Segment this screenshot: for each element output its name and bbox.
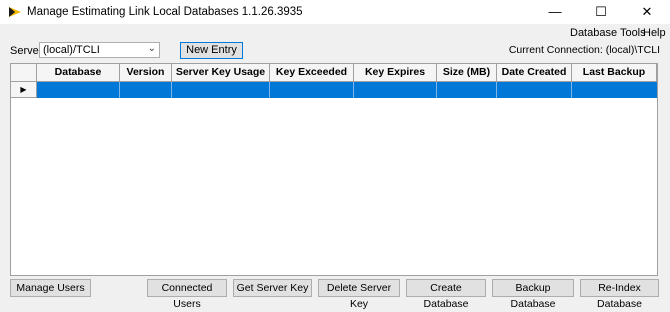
cell-version[interactable]: [120, 82, 172, 98]
column-server-key-usage[interactable]: Server Key Usage: [172, 64, 270, 82]
get-server-key-button[interactable]: Get Server Key: [233, 279, 312, 297]
column-version[interactable]: Version: [120, 64, 172, 82]
menu-bar: Database Tools Help: [0, 24, 670, 42]
column-last-backup[interactable]: Last Backup: [572, 64, 657, 82]
current-row-indicator-icon: ▶: [11, 82, 37, 98]
grid-header: Database Version Server Key Usage Key Ex…: [11, 64, 657, 82]
backup-database-button[interactable]: Backup Database: [492, 279, 574, 310]
server-select-value: (local)/TCLI: [43, 44, 100, 56]
column-size[interactable]: Size (MB): [437, 64, 497, 82]
new-entry-button[interactable]: New Entry: [180, 42, 243, 59]
manage-users-button[interactable]: Manage Users: [10, 279, 91, 297]
cell-date-created[interactable]: [497, 82, 572, 98]
app-logo-icon: [9, 7, 21, 17]
close-button[interactable]: ✕: [624, 0, 670, 24]
delete-server-key-button[interactable]: Delete Server Key: [318, 279, 400, 310]
column-database[interactable]: Database: [37, 64, 120, 82]
cell-size[interactable]: [437, 82, 497, 98]
current-connection-label: Current Connection: (local)\TCLI: [508, 44, 660, 56]
create-database-button[interactable]: Create Database: [406, 279, 486, 310]
cell-server-key-usage[interactable]: [172, 82, 270, 98]
minimize-button[interactable]: —: [532, 0, 578, 24]
column-date-created[interactable]: Date Created: [497, 64, 572, 82]
title-bar: Manage Estimating Link Local Databases 1…: [0, 0, 670, 24]
menu-help[interactable]: Help: [643, 27, 666, 39]
databases-grid[interactable]: Database Version Server Key Usage Key Ex…: [10, 63, 658, 276]
table-row[interactable]: ▶: [11, 82, 657, 98]
chevron-down-icon: ⌄: [147, 43, 156, 54]
row-header-corner: [11, 64, 37, 82]
cell-database[interactable]: [37, 82, 120, 98]
maximize-button[interactable]: ☐: [578, 0, 624, 24]
reindex-database-button[interactable]: Re-Index Database: [580, 279, 659, 310]
cell-last-backup[interactable]: [572, 82, 657, 98]
server-label: Server: [10, 45, 43, 57]
cell-key-expires[interactable]: [354, 82, 437, 98]
menu-database-tools[interactable]: Database Tools: [570, 27, 646, 39]
column-key-expires[interactable]: Key Expires: [354, 64, 437, 82]
server-select[interactable]: (local)/TCLI ⌄: [39, 42, 160, 58]
window-title: Manage Estimating Link Local Databases 1…: [27, 6, 303, 18]
connected-users-button[interactable]: Connected Users: [147, 279, 227, 310]
column-key-exceeded[interactable]: Key Exceeded: [270, 64, 354, 82]
cell-key-exceeded[interactable]: [270, 82, 354, 98]
